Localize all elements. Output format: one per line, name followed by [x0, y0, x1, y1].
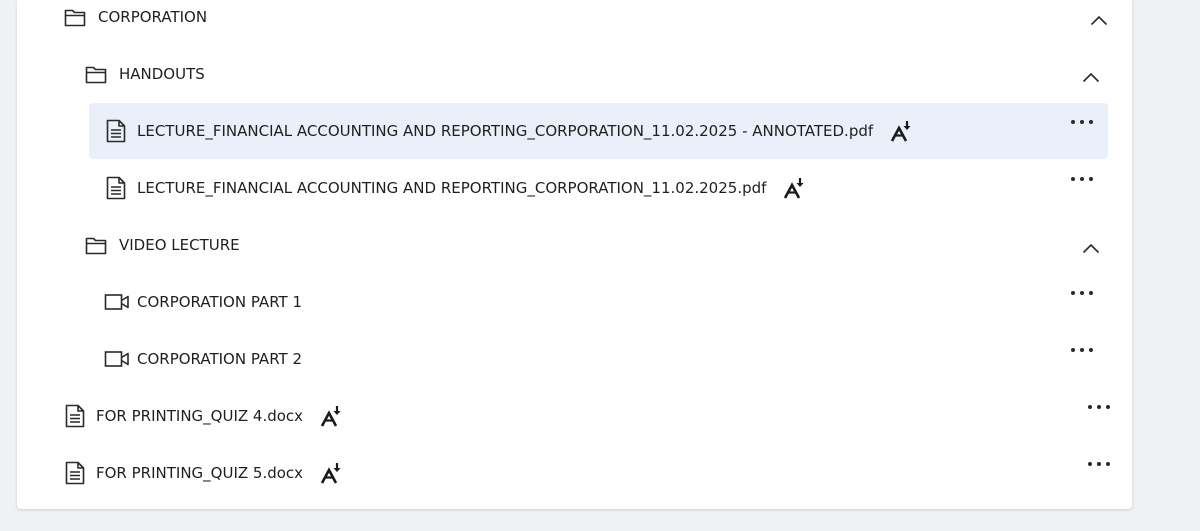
video-label: CORPORATION PART 2 — [137, 350, 302, 368]
file-item[interactable]: FOR PRINTING_QUIZ 4.docx — [65, 403, 342, 429]
more-options-icon[interactable] — [1071, 173, 1093, 185]
folder-label: CORPORATION — [98, 8, 208, 26]
folder-video-lecture[interactable]: VIDEO LECTURE — [85, 234, 240, 256]
download-icon[interactable] — [320, 405, 342, 427]
document-icon — [65, 461, 85, 485]
download-icon[interactable] — [783, 177, 805, 199]
file-item[interactable]: LECTURE_FINANCIAL ACCOUNTING AND REPORTI… — [106, 118, 912, 144]
more-options-icon[interactable] — [1071, 287, 1093, 299]
file-label: FOR PRINTING_QUIZ 5.docx — [96, 464, 304, 482]
folder-handouts[interactable]: HANDOUTS — [85, 63, 205, 85]
more-options-icon[interactable] — [1088, 458, 1110, 470]
file-item[interactable]: FOR PRINTING_QUIZ 5.docx — [65, 460, 342, 486]
file-label: FOR PRINTING_QUIZ 4.docx — [96, 407, 304, 425]
folder-label: VIDEO LECTURE — [119, 236, 240, 254]
more-options-icon[interactable] — [1071, 116, 1093, 128]
folder-corporation[interactable]: CORPORATION — [64, 6, 207, 28]
video-item[interactable]: CORPORATION PART 1 — [104, 291, 302, 313]
document-icon — [106, 119, 126, 143]
document-icon — [65, 404, 85, 428]
document-icon — [106, 176, 126, 200]
folder-open-icon — [64, 8, 87, 27]
folder-label: HANDOUTS — [119, 65, 205, 83]
file-label: LECTURE_FINANCIAL ACCOUNTING AND REPORTI… — [137, 122, 874, 140]
chevron-up-icon[interactable] — [1082, 72, 1100, 83]
folder-open-icon — [85, 236, 108, 255]
file-item[interactable]: LECTURE_FINANCIAL ACCOUNTING AND REPORTI… — [106, 175, 805, 201]
download-icon[interactable] — [890, 120, 912, 142]
folder-open-icon — [85, 65, 108, 84]
file-label: LECTURE_FINANCIAL ACCOUNTING AND REPORTI… — [137, 179, 767, 197]
chevron-up-icon[interactable] — [1090, 15, 1108, 26]
more-options-icon[interactable] — [1088, 401, 1110, 413]
more-options-icon[interactable] — [1071, 344, 1093, 356]
download-icon[interactable] — [320, 462, 342, 484]
video-label: CORPORATION PART 1 — [137, 293, 302, 311]
video-item[interactable]: CORPORATION PART 2 — [104, 348, 302, 370]
video-camera-icon — [104, 350, 130, 368]
chevron-up-icon[interactable] — [1082, 243, 1100, 254]
video-camera-icon — [104, 293, 130, 311]
